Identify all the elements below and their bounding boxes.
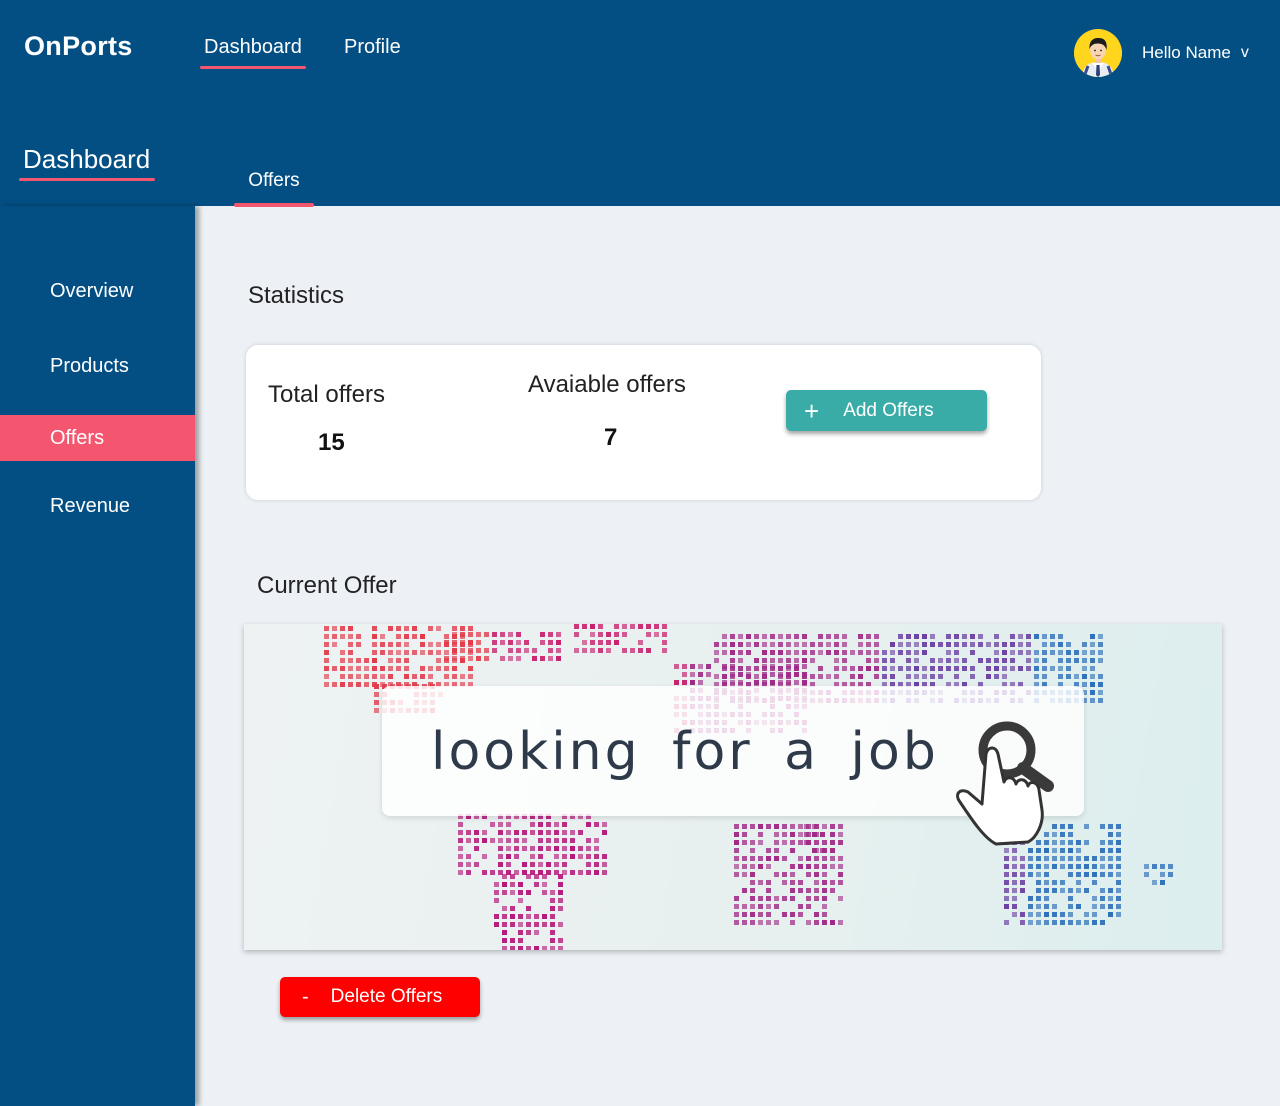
search-box-graphic: looking for a job bbox=[382, 686, 1084, 816]
nav-dashboard[interactable]: Dashboard bbox=[200, 36, 306, 69]
add-offers-button[interactable]: + Add Offers bbox=[786, 390, 987, 431]
sidebar-title: Dashboard bbox=[18, 144, 156, 181]
minus-icon: - bbox=[302, 985, 309, 1008]
sidebar: Overview Products Offers Revenue bbox=[0, 206, 195, 1106]
delete-offers-label: Delete Offers bbox=[330, 986, 443, 1007]
banner-text: looking for a job bbox=[431, 722, 939, 782]
current-offer-title: Current Offer bbox=[257, 572, 397, 599]
add-offers-label: Add Offers bbox=[843, 399, 934, 421]
nav-profile[interactable]: Profile bbox=[340, 36, 405, 59]
total-offers-label: Total offers bbox=[268, 381, 385, 408]
sidebar-item-revenue[interactable]: Revenue bbox=[0, 483, 195, 529]
sidebar-item-overview[interactable]: Overview bbox=[0, 268, 195, 314]
current-offer-banner[interactable]: looking for a job bbox=[244, 624, 1222, 950]
user-greeting: Hello Name bbox=[1142, 43, 1231, 62]
user-avatar-icon bbox=[1074, 29, 1122, 77]
statistics-title: Statistics bbox=[248, 282, 345, 309]
total-offers-value: 15 bbox=[318, 429, 345, 456]
sidebar-item-products[interactable]: Products bbox=[0, 343, 195, 389]
brand-logo[interactable]: OnPorts bbox=[24, 31, 133, 62]
plus-icon: + bbox=[804, 395, 820, 426]
sidebar-item-offers[interactable]: Offers bbox=[0, 415, 195, 461]
chevron-down-icon[interactable]: v bbox=[1241, 44, 1249, 62]
user-menu[interactable]: Hello Name v bbox=[1074, 28, 1249, 78]
tab-offers[interactable]: Offers bbox=[234, 170, 314, 207]
delete-offers-button[interactable]: - Delete Offers bbox=[280, 977, 480, 1017]
available-offers-label: Avaiable offers bbox=[528, 371, 686, 398]
available-offers-value: 7 bbox=[604, 424, 618, 451]
